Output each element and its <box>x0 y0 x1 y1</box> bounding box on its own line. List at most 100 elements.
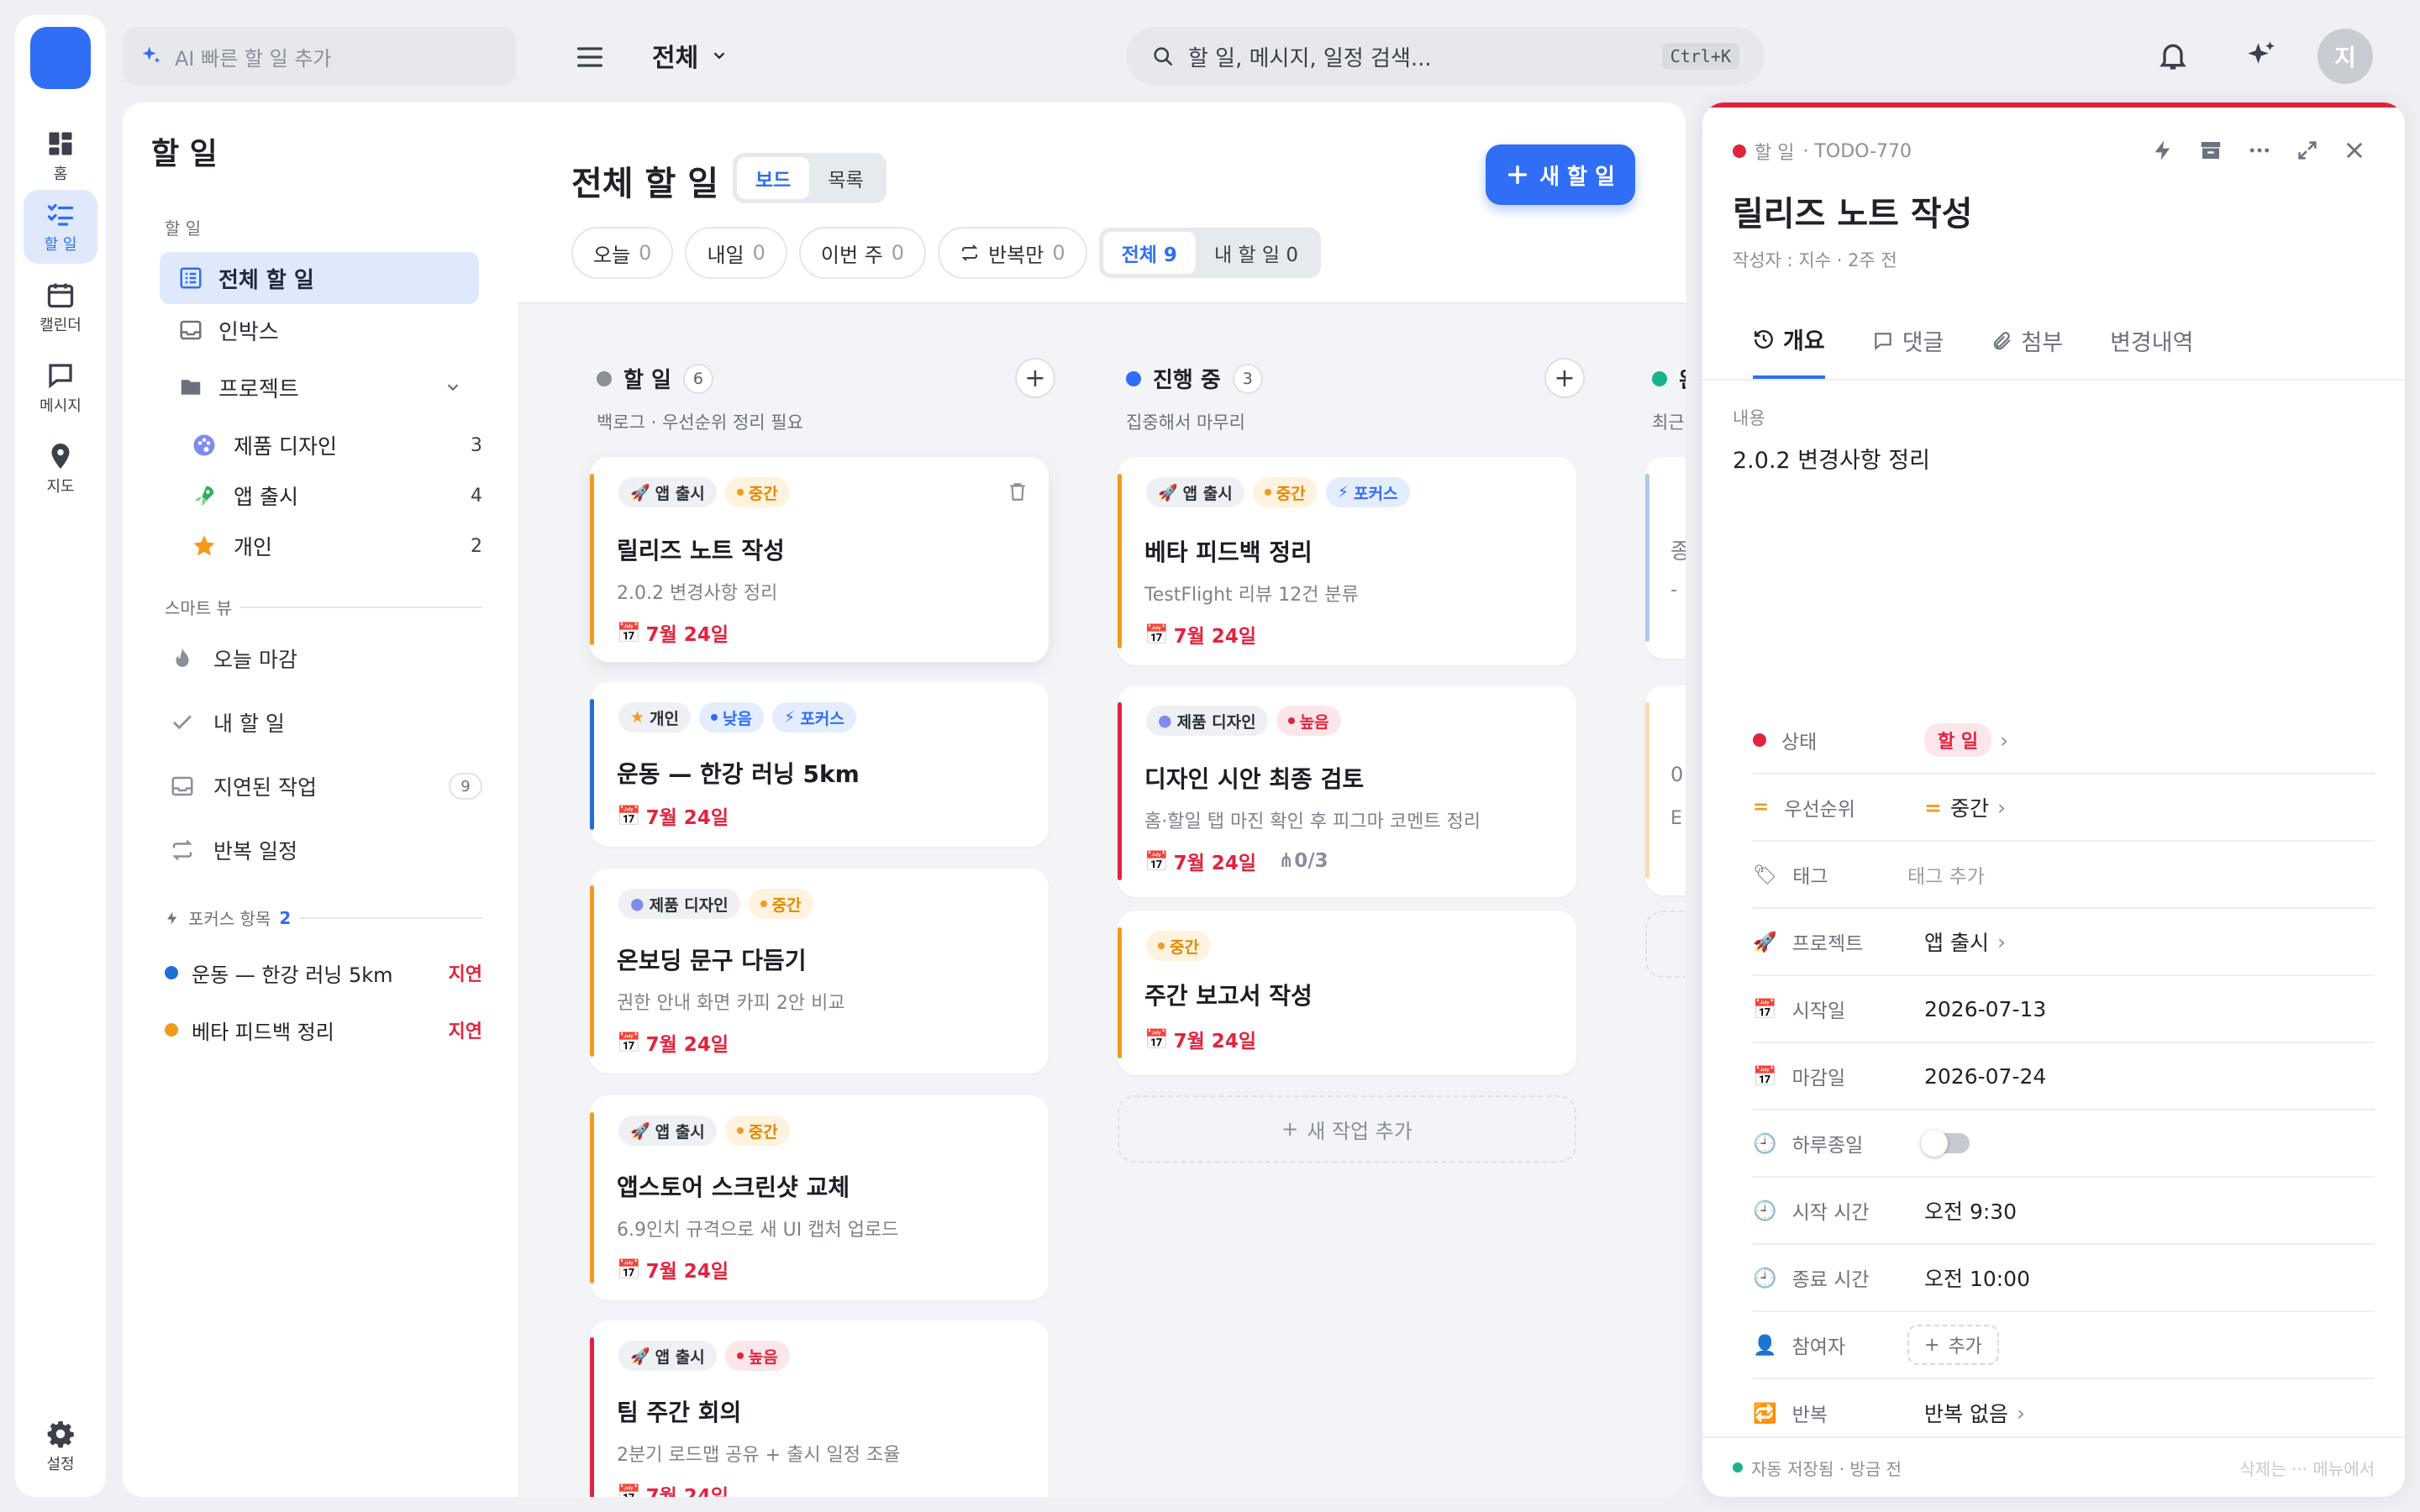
notifications-button[interactable] <box>2156 39 2190 72</box>
task-card[interactable]: ● 제품 디자인 높음 디자인 시안 최종 검토 홈·할일 탭 마진 확인 후 피… <box>1118 685 1576 897</box>
add-participant-button[interactable]: + 추가 <box>1907 1325 1999 1365</box>
calendar-icon <box>47 283 74 308</box>
menu-button[interactable] <box>573 40 607 74</box>
card-tags: ● 제품 디자인 높음 <box>1146 706 1341 736</box>
rail-item-messages[interactable]: 메시지 <box>24 351 97 425</box>
task-card[interactable]: 🚀 앱 출시 중간 앱스토어 스크린샷 교체 6.9인치 규격으로 새 UI 캡처… <box>590 1095 1049 1300</box>
tab-overview[interactable]: 개요 <box>1753 323 1825 379</box>
ai-assistant-button[interactable] <box>2244 39 2279 74</box>
due-label: 7월 24일 <box>1173 626 1256 648</box>
priority-bar <box>1645 702 1649 879</box>
avatar[interactable]: 지 <box>2317 29 2373 84</box>
ai-quick-add-input[interactable]: AI 빠른 할 일 추가 <box>123 27 516 86</box>
repeat-value[interactable]: 반복 없음 › <box>1924 1398 2025 1428</box>
nav-inbox[interactable]: 인박스 <box>160 304 479 356</box>
add-task-button[interactable]: + 새 작업 추가 <box>1118 1095 1576 1163</box>
task-card[interactable]: 🚀 앱 출시 중간 ⚡ 포커스 베타 피드백 정리 TestFlight 리뷰 12… <box>1118 457 1576 665</box>
more-icon[interactable] <box>2247 138 2272 163</box>
card-description: 2분기 로드맵 공유 + 출시 일정 조율 <box>617 1445 901 1466</box>
page-title: 전체 할 일 <box>571 165 719 203</box>
archive-icon[interactable] <box>2198 138 2223 163</box>
column-title: 할 일 <box>623 368 671 393</box>
rail-item-calendar[interactable]: 캘린더 <box>24 270 97 344</box>
tag-add-input[interactable]: 태그 추가 <box>1907 860 1985 889</box>
smart-view-overdue[interactable]: 지연된 작업 9 <box>170 759 482 813</box>
project-item-design[interactable]: 제품 디자인 3 <box>192 423 482 467</box>
priority-value[interactable]: = 중간 › <box>1924 792 2006 822</box>
expand-icon[interactable] <box>2296 139 2319 162</box>
task-card-peek[interactable]: 0 E <box>1645 685 1686 895</box>
start-time-value[interactable]: 오전 9:30 <box>1924 1195 2017 1226</box>
due-label: 7월 24일 <box>645 1261 729 1283</box>
scope-mine-button[interactable]: 내 할 일 0 <box>1196 232 1317 274</box>
content-text[interactable]: 2.0.2 변경사항 정리 <box>1733 442 1930 475</box>
task-card[interactable]: ● 제품 디자인 중간 온보딩 문구 다듬기 권한 안내 화면 카피 2안 비교 … <box>590 869 1049 1074</box>
rail-item-todo[interactable]: 할 일 <box>24 190 97 264</box>
filter-this-week[interactable]: 이번 주 0 <box>798 227 927 279</box>
detail-title[interactable]: 릴리즈 노트 작성 <box>1733 186 1972 235</box>
smart-view-due-today[interactable]: 오늘 마감 <box>170 632 482 685</box>
project-item-app-launch[interactable]: 앱 출시 4 <box>192 474 482 517</box>
smart-view-recurring[interactable]: 반복 일정 <box>170 823 482 877</box>
start-date-value[interactable]: 2026-07-13 <box>1924 997 2046 1021</box>
chevron-right-icon: › <box>1996 929 2006 954</box>
task-card[interactable]: 🚀 앱 출시 중간 릴리즈 노트 작성 2.0.2 변경사항 정리 📅 7월 24일 <box>590 457 1049 662</box>
peek-text: 종 <box>1670 539 1686 564</box>
new-todo-button[interactable]: 새 할 일 <box>1486 144 1635 205</box>
detail-footer: 자동 저장됨 · 방금 전 삭제는 ··· 메뉴에서 <box>1702 1436 2405 1497</box>
task-card[interactable]: ★ 개인 낮음 ⚡ 포커스 운동 — 한강 러닝 5km 📅 7월 24일 <box>590 682 1049 847</box>
project-value[interactable]: 앱 출시 › <box>1924 927 2006 957</box>
scope-dropdown[interactable]: 전체 <box>652 37 729 74</box>
focus-item-beta-feedback[interactable]: 베타 피드백 정리 지연 <box>165 1008 482 1052</box>
priority-label: 중간 <box>1170 937 1199 957</box>
task-card[interactable]: 🚀 앱 출시 높음 팀 주간 회의 2분기 로드맵 공유 + 출시 일정 조율 📅… <box>590 1320 1049 1497</box>
column-todo: 할 일 6 백로그 · 우선순위 정리 필요 + <box>597 358 1055 434</box>
tab-comments[interactable]: 댓글 <box>1872 323 1944 379</box>
rail-label-messages: 메시지 <box>39 397 82 415</box>
sparkle-icon <box>142 46 160 64</box>
column-count: 6 <box>682 363 713 394</box>
prop-label: 📅 마감일 <box>1753 1062 1924 1090</box>
status-value[interactable]: 할 일 › <box>1924 723 2008 757</box>
bolt-icon[interactable] <box>2151 139 2175 162</box>
flame-icon <box>176 648 189 667</box>
all-day-toggle[interactable] <box>1921 1130 1970 1157</box>
column-add-button[interactable]: + <box>1544 358 1585 398</box>
view-list-button[interactable]: 목록 <box>809 157 881 199</box>
filter-tomorrow[interactable]: 내일 0 <box>685 227 787 279</box>
prop-label-text: 태그 <box>1792 866 1828 888</box>
rocket-icon: 🚀 <box>630 1121 650 1141</box>
project-name: 제품 디자인 <box>234 434 337 459</box>
project-item-personal[interactable]: 개인 2 <box>192 524 482 568</box>
task-card[interactable]: 중간 주간 보고서 작성 📅 7월 24일 <box>1118 911 1576 1075</box>
due-date-value[interactable]: 2026-07-24 <box>1924 1064 2046 1089</box>
filter-today[interactable]: 오늘 0 <box>571 227 674 279</box>
rail-label-map: 지도 <box>46 478 75 496</box>
column-done: 완 최근 <box>1652 363 1686 434</box>
app-logo[interactable] <box>30 27 91 89</box>
tab-history[interactable]: 변경내역 <box>2110 323 2193 379</box>
view-board-button[interactable]: 보드 <box>737 157 810 199</box>
prop-label-text: 반복 <box>1791 1404 1828 1426</box>
focus-item-running[interactable]: 운동 — 한강 러닝 5km 지연 <box>165 951 482 995</box>
column-add-button[interactable]: + <box>1015 358 1055 398</box>
card-description: 홈·할일 탭 마진 확인 후 피그마 코멘트 정리 <box>1144 811 1481 832</box>
add-task-peek[interactable] <box>1645 911 1686 978</box>
nav-projects[interactable]: 프로젝트 <box>160 361 479 413</box>
trash-icon[interactable] <box>1007 480 1028 502</box>
end-time-value[interactable]: 오전 10:00 <box>1924 1263 2030 1293</box>
close-icon[interactable] <box>2343 139 2366 162</box>
global-search-input[interactable]: 할 일, 메시지, 일정 검색... Ctrl+K <box>1126 27 1765 86</box>
rail-item-map[interactable]: 지도 <box>24 432 97 506</box>
task-card-peek[interactable]: 종 - <box>1645 457 1686 659</box>
due-label: 7월 24일 <box>645 1486 729 1497</box>
clock-icon: 🕘 <box>1753 1267 1777 1289</box>
filter-recurring-only[interactable]: 반복만 0 <box>938 227 1087 279</box>
nav-all-todos[interactable]: 전체 할 일 <box>160 252 479 304</box>
smart-view-my-todos[interactable]: 내 할 일 <box>170 696 482 749</box>
tab-attachments[interactable]: 첨부 <box>1991 323 2063 379</box>
subtask-icon: ⋔ <box>1277 850 1295 872</box>
scope-all-button[interactable]: 전체 9 <box>1102 232 1196 274</box>
rail-item-home[interactable]: 홈 <box>24 119 97 193</box>
rail-item-settings[interactable]: 설정 <box>24 1410 97 1483</box>
